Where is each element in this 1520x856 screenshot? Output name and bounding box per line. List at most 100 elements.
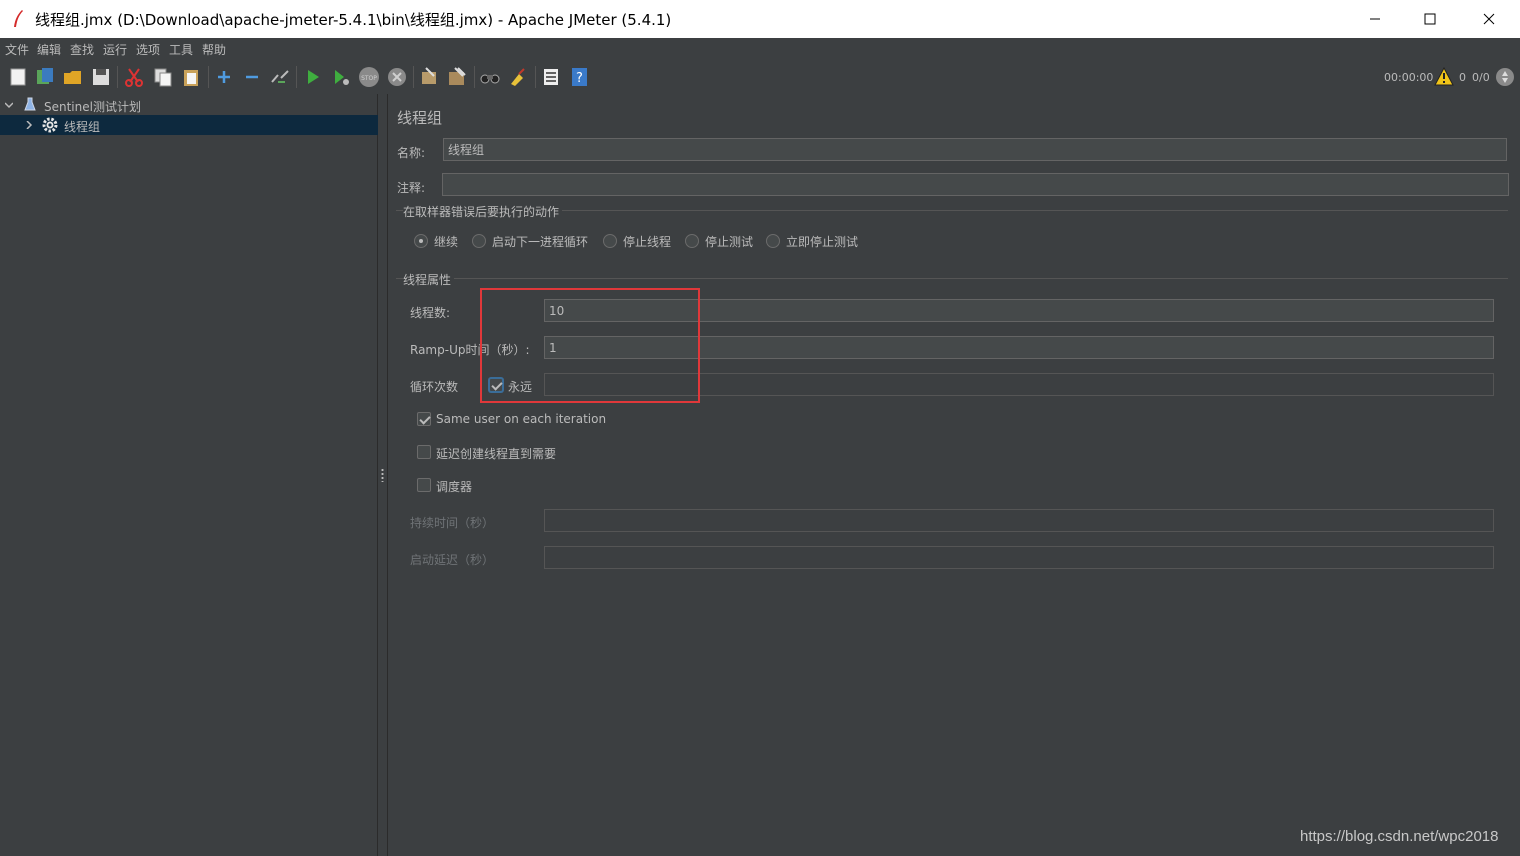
loop-count-input[interactable] — [544, 373, 1494, 396]
radio-continue[interactable] — [414, 234, 428, 248]
elapsed-time: 00:00:00 — [1384, 71, 1434, 84]
svg-text:?: ? — [576, 71, 583, 86]
chevron-right-icon[interactable] — [25, 121, 33, 129]
toolbar-separator — [208, 66, 209, 88]
svg-text:STOP: STOP — [361, 75, 377, 82]
radio-start-next-loop[interactable] — [472, 234, 486, 248]
threads-input[interactable] — [544, 299, 1494, 322]
chevron-down-icon[interactable] — [5, 101, 13, 109]
radio-stop-test-now-label: 立即停止测试 — [786, 235, 859, 249]
save-icon[interactable] — [90, 66, 112, 88]
test-plan-tree: Sentinel测试计划 线程组 — [0, 94, 378, 856]
start-no-pauses-icon[interactable] — [330, 66, 352, 88]
menu-file[interactable]: 文件 — [5, 41, 29, 58]
rampup-input[interactable] — [544, 336, 1494, 359]
menu-edit[interactable]: 编辑 — [37, 41, 61, 58]
split-pane-divider[interactable] — [378, 94, 388, 856]
close-icon — [1483, 13, 1495, 25]
collapse-icon[interactable] — [241, 66, 263, 88]
menu-options[interactable]: 选项 — [136, 41, 160, 58]
maximize-button[interactable] — [1401, 0, 1459, 38]
startup-delay-label: 启动延迟（秒） — [410, 553, 495, 567]
scheduler-checkbox[interactable] — [417, 478, 431, 492]
cut-icon[interactable] — [123, 66, 145, 88]
templates-icon[interactable] — [34, 66, 56, 88]
panel-title: 线程组 — [397, 109, 443, 127]
minimize-button[interactable] — [1346, 0, 1404, 38]
toolbar-separator — [535, 66, 536, 88]
forever-checkbox[interactable] — [489, 378, 503, 392]
toolbar-separator — [474, 66, 475, 88]
same-user-checkbox[interactable] — [417, 412, 431, 426]
menu-help[interactable]: 帮助 — [202, 41, 226, 58]
toolbar-separator — [296, 66, 297, 88]
delay-thread-creation-checkbox[interactable] — [417, 445, 431, 459]
expand-icon[interactable] — [213, 66, 235, 88]
radio-stop-test-now[interactable] — [766, 234, 780, 248]
clear-all-icon[interactable] — [446, 66, 468, 88]
active-threads: 0/0 — [1472, 71, 1490, 84]
shutdown-icon[interactable] — [386, 66, 408, 88]
stop-icon[interactable]: STOP — [358, 66, 380, 88]
loop-count-label: 循环次数 — [410, 380, 459, 394]
start-icon[interactable] — [302, 66, 324, 88]
tree-node-test-plan[interactable]: Sentinel测试计划 — [0, 95, 378, 115]
radio-stop-test[interactable] — [685, 234, 699, 248]
toggle-icon[interactable] — [269, 66, 291, 88]
window-title: 线程组.jmx (D:\Download\apache-jmeter-5.4.1… — [35, 11, 672, 29]
close-button[interactable] — [1460, 0, 1518, 38]
tree-node-thread-group[interactable]: 线程组 — [0, 115, 378, 135]
duration-label: 持续时间（秒） — [410, 516, 495, 530]
toolbar-separator — [117, 66, 118, 88]
radio-stop-thread[interactable] — [603, 234, 617, 248]
section-divider — [396, 278, 1508, 279]
forever-label: 永远 — [508, 380, 533, 394]
menu-run[interactable]: 运行 — [103, 41, 127, 58]
name-input[interactable] — [443, 138, 1507, 161]
clear-icon[interactable] — [418, 66, 440, 88]
radio-stop-thread-label: 停止线程 — [623, 235, 672, 249]
watermark: https://blog.csdn.net/wpc2018 — [1300, 828, 1499, 845]
splitter-grip[interactable] — [381, 468, 384, 482]
copy-icon[interactable] — [152, 66, 174, 88]
delay-thread-creation-label: 延迟创建线程直到需要 — [436, 447, 557, 461]
flask-icon — [24, 97, 36, 111]
warning-count: 0 — [1459, 71, 1466, 84]
same-user-label: Same user on each iteration — [436, 412, 607, 426]
jmeter-feather-icon — [14, 10, 23, 27]
menu-search[interactable]: 查找 — [70, 41, 94, 58]
menu-tools[interactable]: 工具 — [169, 41, 193, 58]
threads-label: 线程数: — [410, 306, 451, 320]
radio-continue-label: 继续 — [434, 235, 459, 249]
tree-label-thread-group: 线程组 — [64, 120, 101, 134]
paste-icon[interactable] — [180, 66, 202, 88]
search-icon[interactable] — [479, 66, 501, 88]
duration-input[interactable] — [544, 509, 1494, 532]
error-action-section-title: 在取样器错误后要执行的动作 — [403, 203, 563, 220]
warning-icon[interactable] — [1434, 67, 1454, 86]
title-bar: 线程组.jmx (D:\Download\apache-jmeter-5.4.1… — [0, 0, 1520, 38]
scheduler-label: 调度器 — [436, 480, 473, 494]
reset-search-icon[interactable] — [507, 66, 529, 88]
maximize-icon — [1424, 13, 1436, 25]
remote-icon[interactable] — [1495, 67, 1515, 87]
comment-input[interactable] — [442, 173, 1509, 196]
function-helper-icon[interactable] — [540, 66, 562, 88]
comment-label: 注释: — [397, 181, 426, 195]
gear-icon — [42, 117, 58, 133]
tree-label-test-plan: Sentinel测试计划 — [44, 100, 141, 114]
thread-properties-section-title: 线程属性 — [403, 271, 455, 288]
rampup-label: Ramp-Up时间（秒）: — [410, 343, 530, 357]
startup-delay-input[interactable] — [544, 546, 1494, 569]
name-label: 名称: — [397, 146, 426, 160]
radio-stop-test-label: 停止测试 — [705, 235, 754, 249]
toolbar-separator — [413, 66, 414, 88]
menu-bar: 文件 编辑 查找 运行 选项 工具 帮助 — [0, 38, 1520, 60]
minimize-icon — [1370, 18, 1380, 20]
new-icon[interactable] — [7, 66, 29, 88]
thread-group-panel: 线程组 名称: 注释: 在取样器错误后要执行的动作 继续 启动下一进程循环 停止… — [388, 94, 1520, 856]
radio-start-next-loop-label: 启动下一进程循环 — [492, 235, 589, 249]
section-divider — [396, 210, 1508, 211]
help-icon[interactable]: ? — [569, 66, 591, 88]
open-icon[interactable] — [62, 66, 84, 88]
